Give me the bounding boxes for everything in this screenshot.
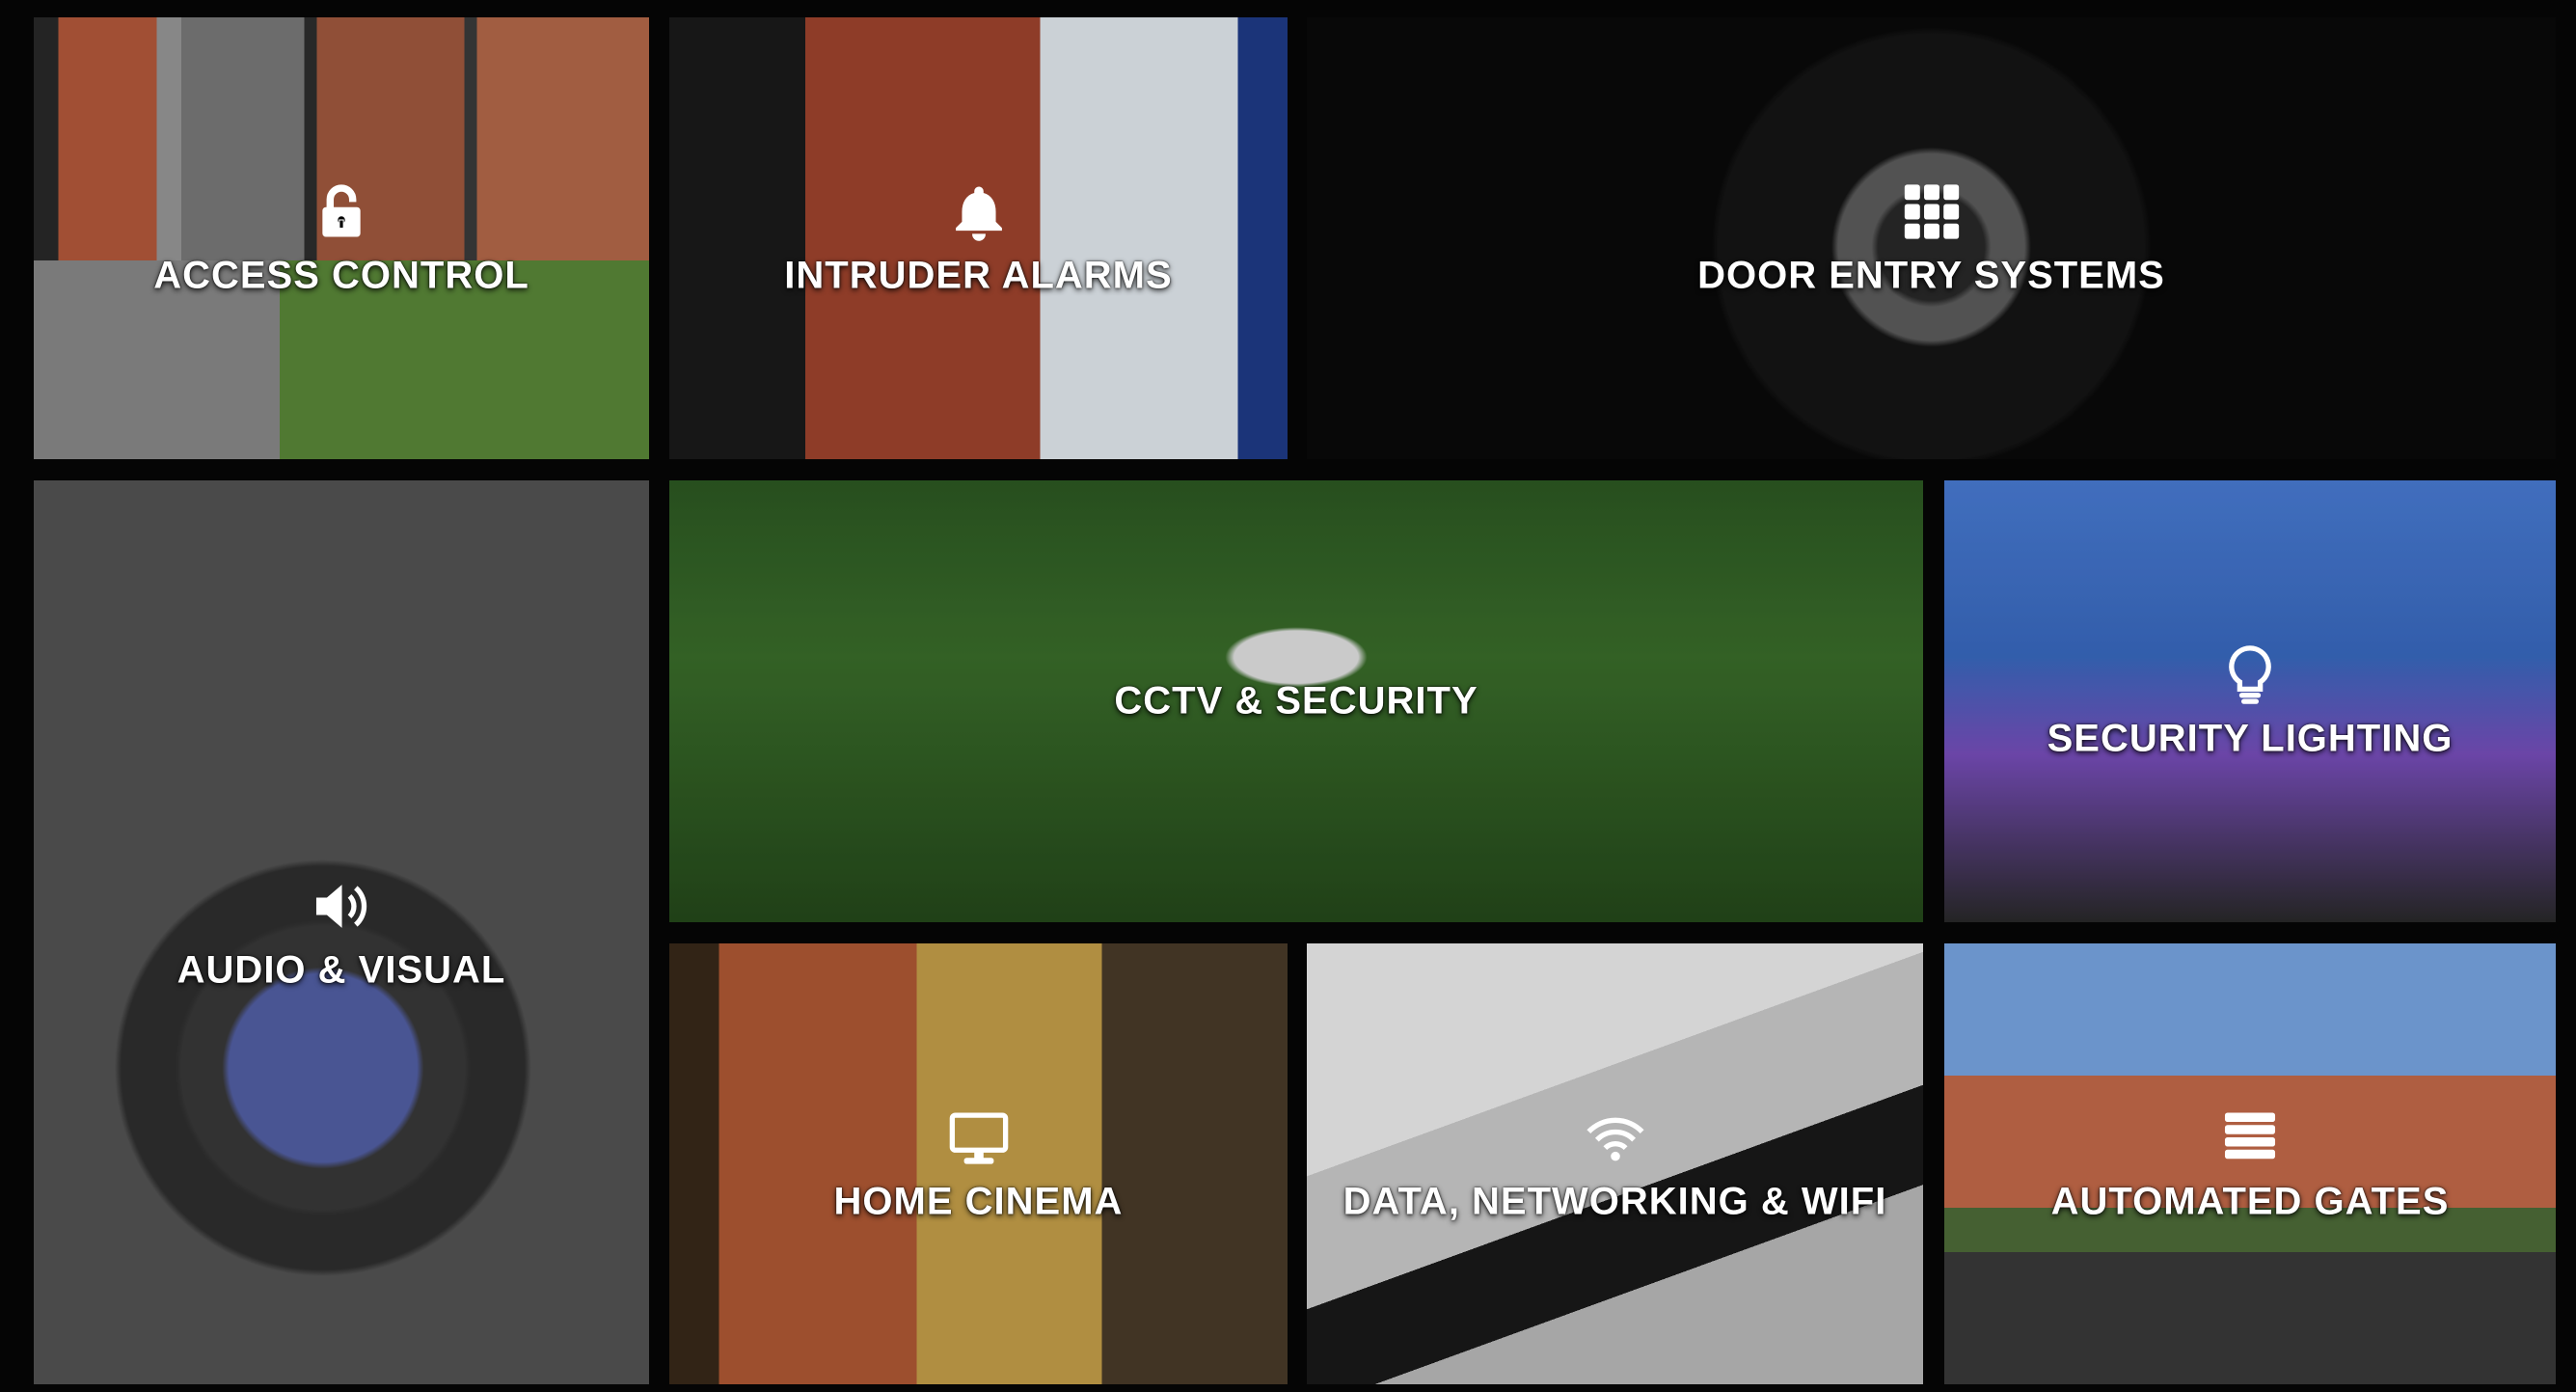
- wifi-icon: [1583, 1105, 1648, 1170]
- tile-door-entry-systems[interactable]: DOOR ENTRY SYSTEMS: [1307, 17, 2556, 459]
- lightbulb-icon: [2217, 642, 2283, 708]
- tile-automated-gates[interactable]: AUTOMATED GATES: [1944, 943, 2556, 1384]
- tile-label: CCTV & SECURITY: [1114, 679, 1478, 723]
- tile-label: DOOR ENTRY SYSTEMS: [1697, 254, 2165, 297]
- tile-access-control[interactable]: ACCESS CONTROL: [34, 17, 649, 459]
- monitor-icon: [946, 1105, 1012, 1170]
- tile-cctv-security[interactable]: CCTV & SECURITY: [669, 480, 1923, 922]
- tile-data-networking-wifi[interactable]: DATA, NETWORKING & WIFI: [1307, 943, 1923, 1384]
- tile-label: AUDIO & VISUAL: [176, 948, 506, 991]
- speaker-icon: [309, 873, 374, 939]
- tile-audio-visual[interactable]: AUDIO & VISUAL: [34, 480, 649, 1384]
- bell-icon: [946, 179, 1012, 245]
- tile-label: DATA, NETWORKING & WIFI: [1342, 1180, 1887, 1222]
- keypad-grid-icon: [1899, 179, 1965, 245]
- tile-label: SECURITY LIGHTING: [2047, 717, 2454, 760]
- services-grid: ACCESS CONTROL INTRUDER ALARMS DOOR ENTR…: [0, 0, 2576, 1392]
- unlock-icon: [309, 179, 374, 245]
- tile-intruder-alarms[interactable]: INTRUDER ALARMS: [669, 17, 1288, 459]
- tile-home-cinema[interactable]: HOME CINEMA: [669, 943, 1288, 1384]
- tile-label: ACCESS CONTROL: [153, 254, 529, 297]
- tile-label: INTRUDER ALARMS: [784, 254, 1173, 297]
- tile-label: HOME CINEMA: [833, 1180, 1124, 1222]
- tile-label: AUTOMATED GATES: [2050, 1180, 2450, 1222]
- gate-bars-icon: [2217, 1105, 2283, 1170]
- tile-security-lighting[interactable]: SECURITY LIGHTING: [1944, 480, 2556, 922]
